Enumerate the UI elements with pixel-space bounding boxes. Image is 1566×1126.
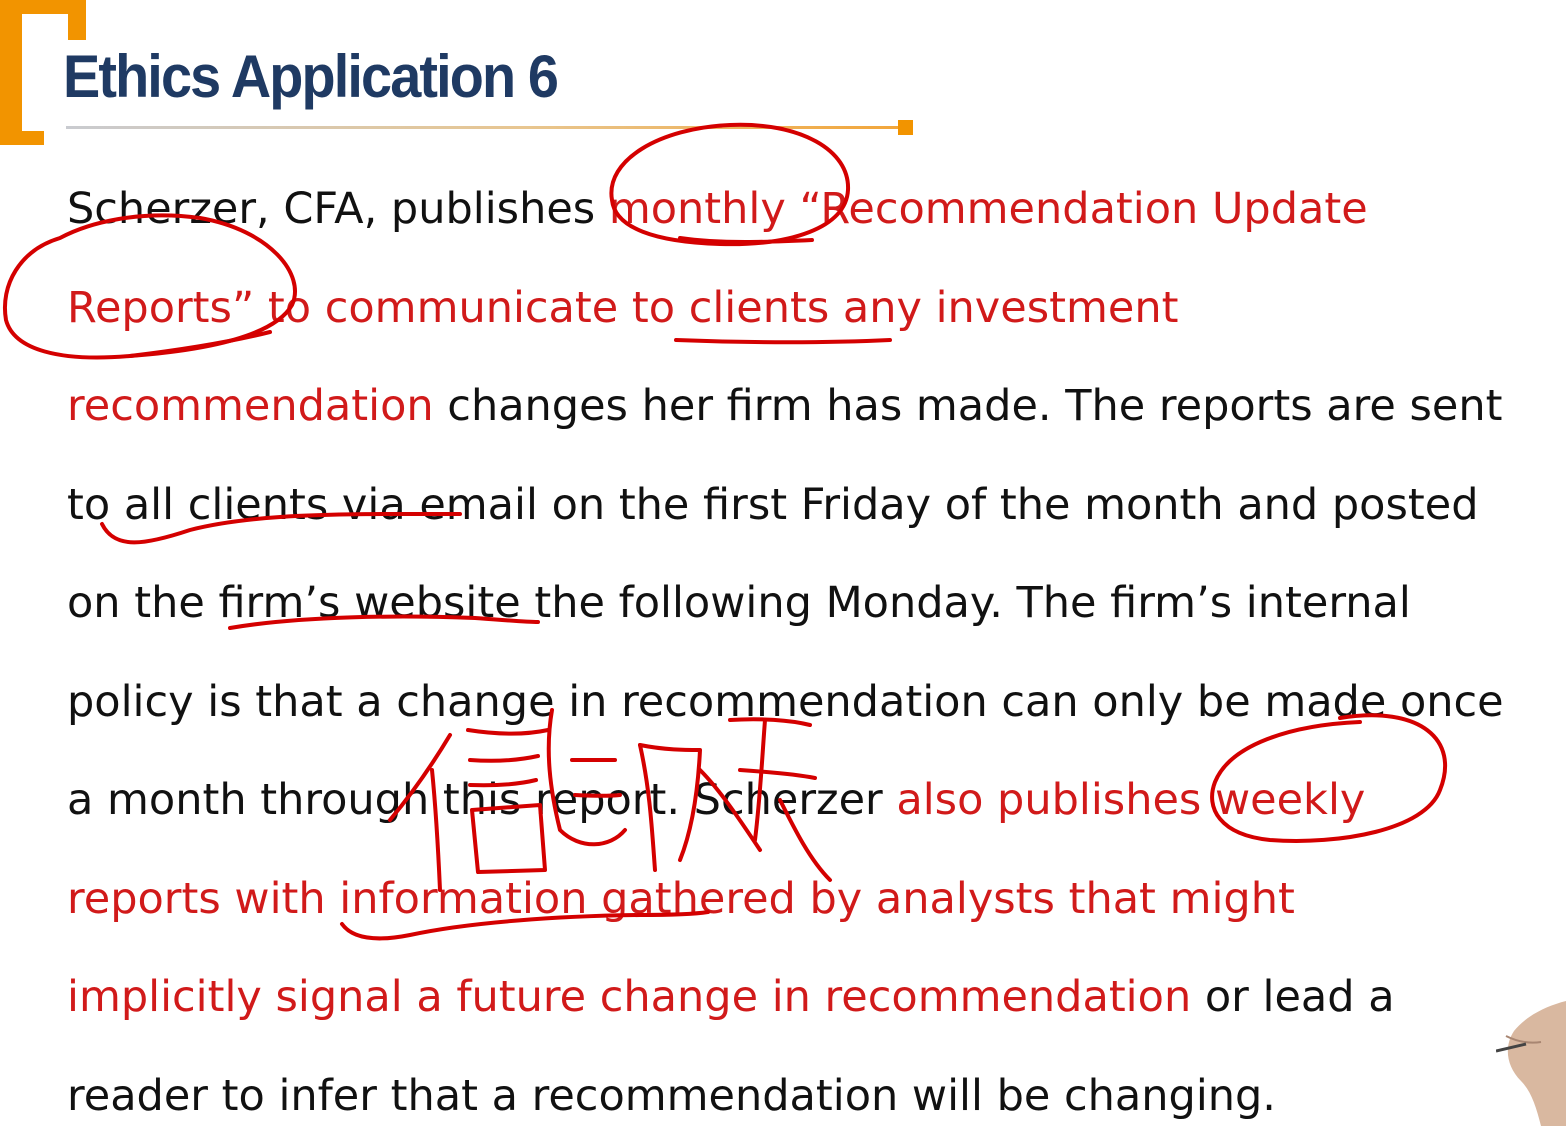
case-paragraph: Scherzer, CFA, publishes monthly “Recomm…	[67, 160, 1547, 1126]
text-segment: policy is that a change in recommendatio…	[67, 676, 1504, 727]
title-underline-rule	[66, 126, 900, 129]
highlighted-text-segment: Reports” to communicate to clients any i…	[67, 282, 1179, 333]
paragraph-line: on the firm’s website the following Mond…	[67, 554, 1547, 653]
highlighted-text-segment: monthly “Recommendation Update	[608, 184, 1368, 234]
paragraph-line: policy is that a change in recommendatio…	[67, 653, 1547, 752]
paragraph-line: to all clients via email on the first Fr…	[67, 456, 1547, 555]
highlighted-text-segment: also publishes weekly	[896, 775, 1366, 825]
text-segment: reader to infer that a recommendation wi…	[67, 1070, 1276, 1121]
slide-title: Ethics Application 6	[63, 43, 559, 110]
paragraph-line: reports with information gathered by ana…	[67, 850, 1547, 949]
highlighted-text-segment: implicitly signal a future change in rec…	[67, 972, 1192, 1022]
text-segment: changes her firm has made. The reports a…	[433, 381, 1503, 431]
text-segment: Scherzer, CFA, publishes	[67, 184, 609, 234]
paragraph-line: a month through this report. Scherzer al…	[67, 751, 1547, 850]
paragraph-line: implicitly signal a future change in rec…	[67, 948, 1547, 1047]
text-segment: to all clients via email on the first Fr…	[67, 479, 1479, 530]
text-segment: on the firm’s website the following Mond…	[67, 578, 1411, 628]
highlighted-text-segment: recommendation	[67, 381, 434, 431]
paragraph-line: Reports” to communicate to clients any i…	[67, 259, 1547, 358]
text-segment: or lead a	[1191, 972, 1395, 1022]
title-rule-end-marker	[898, 120, 913, 135]
highlighted-text-segment: reports with information gathered by ana…	[67, 873, 1295, 924]
paragraph-line: reader to infer that a recommendation wi…	[67, 1047, 1547, 1126]
slide: Ethics Application 6 Scherzer, CFA, publ…	[0, 0, 1566, 1126]
paragraph-line: Scherzer, CFA, publishes monthly “Recomm…	[67, 160, 1547, 259]
paragraph-line: recommendation changes her firm has made…	[67, 357, 1547, 456]
presenter-hand-image	[1496, 1001, 1566, 1126]
corner-tab-decoration	[68, 0, 86, 40]
text-segment: a month through this report. Scherzer	[67, 775, 897, 825]
